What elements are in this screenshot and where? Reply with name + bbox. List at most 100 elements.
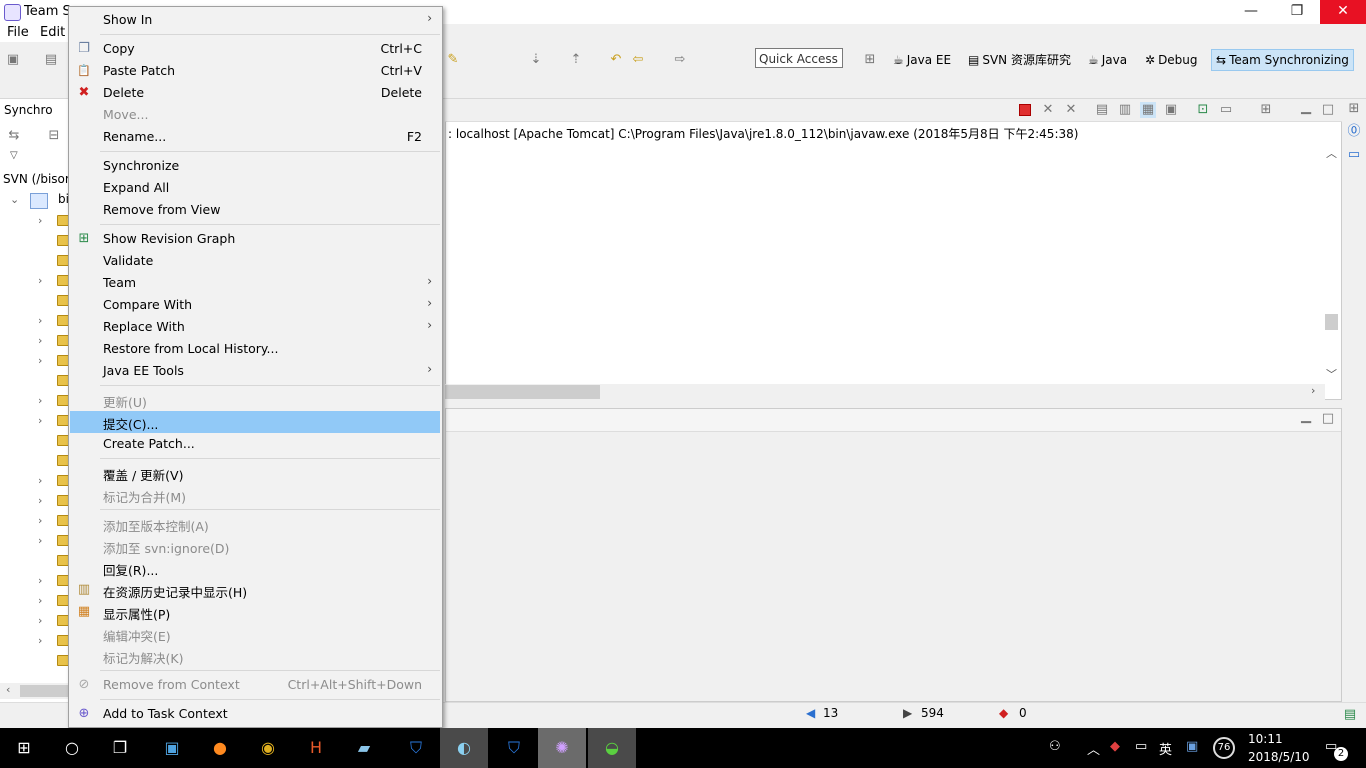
terminate-icon[interactable] bbox=[1019, 104, 1031, 116]
chrome-icon[interactable]: ◉ bbox=[244, 728, 292, 768]
maximize-view-icon[interactable]: □ bbox=[1320, 102, 1336, 118]
user-icon[interactable]: ▣ bbox=[1186, 739, 1198, 754]
menu-item-add-to-svn-ignore[interactable]: 添加至 svn:ignore(D) bbox=[70, 535, 440, 557]
console-hscroll-thumb[interactable] bbox=[445, 385, 600, 399]
scroll-lock-icon[interactable]: ▥ bbox=[1117, 102, 1133, 118]
menu-file[interactable]: File bbox=[7, 25, 29, 40]
menu-item-rename[interactable]: Rename... F2 bbox=[70, 126, 440, 148]
tree-chevron-icon[interactable]: › bbox=[38, 354, 42, 367]
display-console-icon[interactable]: ▭ bbox=[1218, 102, 1234, 118]
console-vscrollbar[interactable] bbox=[1323, 144, 1340, 384]
ime-indicator[interactable]: 英 bbox=[1159, 739, 1172, 758]
battery-indicator[interactable]: 76 bbox=[1213, 737, 1235, 759]
scroll-up-icon[interactable]: ︿ bbox=[1326, 145, 1337, 161]
menu-item-add-to-version-control[interactable]: 添加至版本控制(A) bbox=[70, 513, 440, 535]
scroll-right-icon[interactable]: › bbox=[1311, 384, 1315, 397]
sync-icon[interactable]: ⇆ bbox=[6, 128, 22, 144]
tree-chevron-icon[interactable]: › bbox=[38, 334, 42, 347]
menu-item-replace-with[interactable]: Replace With › bbox=[70, 316, 440, 338]
perspective-java[interactable]: ☕ Java bbox=[1088, 50, 1127, 70]
scroll-left-icon[interactable]: ‹ bbox=[6, 683, 10, 696]
back-icon[interactable]: ⇦ bbox=[630, 52, 646, 68]
menu-item-synchronize[interactable]: Synchronize bbox=[70, 155, 440, 177]
windows-start-icon[interactable]: ⊞ bbox=[0, 728, 48, 768]
tree-chevron-icon[interactable]: › bbox=[38, 614, 42, 627]
perspective-svn[interactable]: ▤ SVN 资源库研究 bbox=[968, 50, 1071, 70]
menu-item-remove-from-view[interactable]: Remove from View bbox=[70, 199, 440, 221]
cortana-icon[interactable]: ○ bbox=[48, 728, 96, 768]
tree-chevron-icon[interactable]: › bbox=[38, 474, 42, 487]
eclipse-taskbar-icon[interactable]: ✺ bbox=[538, 728, 586, 768]
menu-item-show-in-history[interactable]: ▥ 在资源历史记录中显示(H) bbox=[70, 579, 440, 601]
task-view-icon[interactable]: ❐ bbox=[96, 728, 144, 768]
forward-icon[interactable]: ⇨ bbox=[672, 52, 688, 68]
menu-item-delete[interactable]: ✖ Delete Delete bbox=[70, 82, 440, 104]
menu-item-add-to-task-context[interactable]: ⊕ Add to Task Context bbox=[70, 703, 440, 725]
restore-icon[interactable]: ⊞ bbox=[1346, 101, 1362, 117]
tree-chevron-icon[interactable]: › bbox=[38, 574, 42, 587]
new-icon[interactable]: ▣ bbox=[5, 52, 21, 68]
next-annotation-icon[interactable]: ⇡ bbox=[568, 52, 584, 68]
maximize-button[interactable]: ❐ bbox=[1274, 0, 1320, 24]
menu-item-copy[interactable]: ❐ Copy Ctrl+C bbox=[70, 38, 440, 60]
tray-app-icon[interactable]: ◆ bbox=[1110, 739, 1120, 754]
menu-item-edit-conflicts[interactable]: 编辑冲突(E) bbox=[70, 623, 440, 645]
tool-icon[interactable]: ✎ bbox=[445, 52, 461, 68]
panel-icon[interactable]: ▭ bbox=[1346, 147, 1362, 163]
tree-chevron-icon[interactable]: › bbox=[38, 634, 42, 647]
security-icon[interactable]: ⛉ bbox=[392, 728, 440, 768]
synchronize-tab[interactable]: Synchro bbox=[4, 103, 53, 117]
menu-item-revert[interactable]: 回复(R)... bbox=[70, 557, 440, 579]
tree-root[interactable]: SVN (/bisor bbox=[3, 172, 70, 186]
menu-item-override-update[interactable]: 覆盖 / 更新(V) bbox=[70, 462, 440, 484]
network-icon[interactable]: ▭ bbox=[1135, 739, 1147, 754]
menu-item-show-revision-graph[interactable]: ⊞ Show Revision Graph bbox=[70, 228, 440, 250]
wechat-icon[interactable]: ◒ bbox=[588, 728, 636, 768]
tray-chevron-icon[interactable]: ︿ bbox=[1087, 739, 1100, 758]
clock-date[interactable]: 2018/5/10 bbox=[1248, 750, 1310, 764]
left-hscroll-thumb[interactable] bbox=[20, 685, 68, 697]
word-wrap-icon[interactable]: ▦ bbox=[1140, 102, 1156, 118]
menu-item-move[interactable]: Move... bbox=[70, 104, 440, 126]
tree-chevron-icon[interactable]: › bbox=[38, 314, 42, 327]
tree-chevron-icon[interactable]: › bbox=[38, 534, 42, 547]
firefox-icon[interactable]: ● bbox=[196, 728, 244, 768]
open-console-icon[interactable]: ⊞ bbox=[1258, 102, 1274, 118]
tree-chevron-icon[interactable]: › bbox=[38, 274, 42, 287]
perspective-team-synchronizing[interactable]: ⇆ Team Synchronizing bbox=[1211, 49, 1354, 71]
tree-chevron-icon[interactable]: › bbox=[38, 594, 42, 607]
menu-item-commit[interactable]: 提交(C)... bbox=[70, 411, 440, 433]
quick-access-input[interactable]: Quick Access bbox=[755, 48, 843, 68]
tree-chevron-icon[interactable]: › bbox=[38, 514, 42, 527]
scroll-down-icon[interactable]: ﹀ bbox=[1326, 366, 1337, 382]
people-icon[interactable]: ⚇ bbox=[1049, 739, 1061, 754]
notepad-icon[interactable]: ▰ bbox=[340, 728, 388, 768]
open-perspective-icon[interactable]: ⊞ bbox=[862, 52, 878, 68]
help-icon[interactable]: ⓪ bbox=[1346, 124, 1362, 140]
menu-item-restore-local-history[interactable]: Restore from Local History... bbox=[70, 338, 440, 360]
remove-all-icon[interactable]: ✕ bbox=[1063, 102, 1079, 118]
menu-item-java-ee-tools[interactable]: Java EE Tools › bbox=[70, 360, 440, 382]
menu-item-show-properties[interactable]: ▦ 显示属性(P) bbox=[70, 601, 440, 623]
menu-item-mark-merged[interactable]: 标记为合并(M) bbox=[70, 484, 440, 506]
hbuilder-icon[interactable]: H bbox=[292, 728, 340, 768]
security-shield-icon[interactable]: ⛉ bbox=[490, 728, 538, 768]
menu-item-create-patch[interactable]: Create Patch... bbox=[70, 433, 440, 455]
show-console-icon[interactable]: ▣ bbox=[1163, 102, 1179, 118]
remove-launch-icon[interactable]: ✕ bbox=[1040, 102, 1056, 118]
tree-chevron-icon[interactable]: › bbox=[38, 214, 42, 227]
maximize-view-icon[interactable]: □ bbox=[1320, 411, 1336, 427]
pin-console-icon[interactable]: ⊡ bbox=[1195, 102, 1211, 118]
tree-chevron-icon[interactable]: › bbox=[38, 414, 42, 427]
menu-item-mark-resolved[interactable]: 标记为解决(K) bbox=[70, 645, 440, 667]
clear-console-icon[interactable]: ▤ bbox=[1094, 102, 1110, 118]
tree-chevron-icon[interactable]: › bbox=[38, 394, 42, 407]
menu-item-update[interactable]: 更新(U) bbox=[70, 389, 440, 411]
minimize-view-icon[interactable]: ▁ bbox=[1298, 409, 1314, 425]
prev-annotation-icon[interactable]: ⇣ bbox=[528, 52, 544, 68]
menu-item-team[interactable]: Team › bbox=[70, 272, 440, 294]
progress-icon[interactable]: ▤ bbox=[1342, 707, 1358, 723]
browser-icon[interactable]: ◐ bbox=[440, 728, 488, 768]
menu-item-remove-from-context[interactable]: ⊘ Remove from Context Ctrl+Alt+Shift+Down bbox=[70, 674, 440, 696]
last-edit-icon[interactable]: ↶ bbox=[608, 52, 624, 68]
